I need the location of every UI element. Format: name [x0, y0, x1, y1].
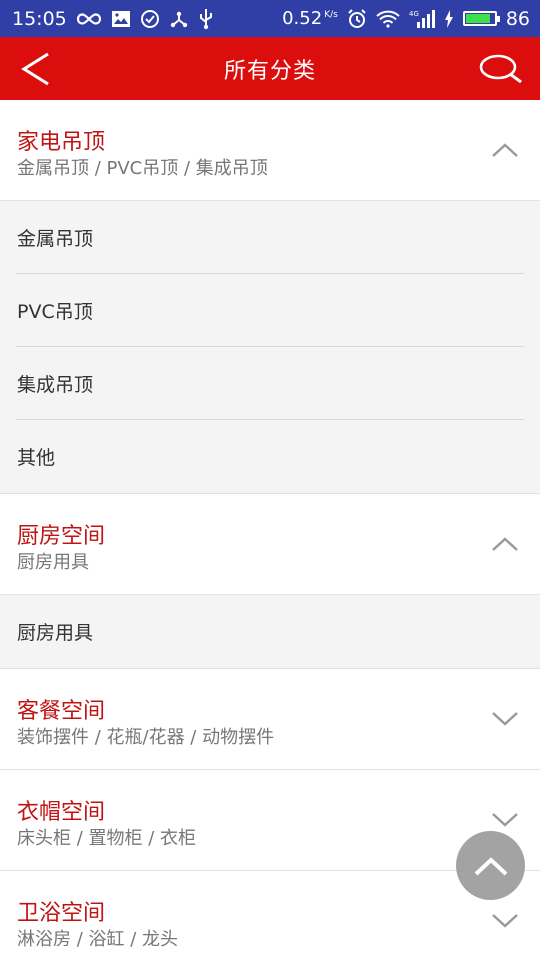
- category-header[interactable]: 家电吊顶 金属吊顶 / PVC吊顶 / 集成吊顶: [0, 100, 540, 201]
- usb-icon: [198, 8, 214, 30]
- subcategory-item[interactable]: 厨房用具: [16, 595, 524, 668]
- category-header[interactable]: 卫浴空间 淋浴房 / 浴缸 / 龙头: [0, 871, 540, 960]
- app-header: 所有分类: [0, 37, 540, 100]
- battery-percent: 86: [505, 7, 530, 30]
- subcategory-list: 金属吊顶 PVC吊顶 集成吊顶 其他: [0, 201, 540, 493]
- status-bar: 15:05 0.52 K/s 4G 86: [0, 0, 540, 37]
- speed-value: 0.52: [282, 8, 323, 29]
- subcategory-list: 厨房用具: [0, 595, 540, 668]
- chevron-down-icon: [492, 712, 518, 726]
- category-subtitle: 厨房用具: [17, 552, 89, 573]
- subcategory-panel: 金属吊顶 PVC吊顶 集成吊顶 其他: [0, 201, 540, 494]
- signal-icon: 4G: [409, 9, 435, 29]
- category-header[interactable]: 客餐空间 装饰摆件 / 花瓶/花器 / 动物摆件: [0, 669, 540, 770]
- status-bar-right: 0.52 K/s 4G 86: [282, 8, 530, 30]
- page-title: 所有分类: [223, 58, 316, 84]
- wifi-icon: [376, 10, 400, 28]
- back-button[interactable]: [20, 49, 60, 89]
- alarm-icon: [347, 8, 367, 29]
- category-list: 家电吊顶 金属吊顶 / PVC吊顶 / 集成吊顶 金属吊顶 PVC吊顶 集成吊顶…: [0, 100, 540, 960]
- category-header[interactable]: 厨房空间 厨房用具: [0, 494, 540, 595]
- network-speed: 0.52 K/s: [282, 8, 338, 29]
- search-button[interactable]: [476, 49, 526, 89]
- charging-icon: [444, 9, 454, 28]
- battery-level: [465, 14, 490, 23]
- battery-icon: [462, 11, 500, 26]
- infinity-icon: [76, 12, 102, 26]
- chevron-down-icon: [492, 813, 518, 827]
- speed-unit: K/s: [324, 10, 338, 20]
- subcategory-item[interactable]: 集成吊顶: [16, 347, 524, 420]
- subcategory-panel: 厨房用具: [0, 595, 540, 669]
- category-title: 厨房空间: [17, 524, 106, 549]
- share-icon: [169, 9, 189, 29]
- check-circle-icon: [140, 9, 160, 29]
- network-type-label: 4G: [409, 10, 419, 18]
- chevron-up-icon: [492, 143, 518, 157]
- subcategory-item[interactable]: 金属吊顶: [16, 201, 524, 274]
- image-icon: [111, 10, 131, 28]
- subcategory-item[interactable]: 其他: [16, 420, 524, 493]
- category-title: 衣帽空间: [17, 800, 106, 825]
- chevron-down-icon: [492, 914, 518, 928]
- category-subtitle: 装饰摆件 / 花瓶/花器 / 动物摆件: [17, 727, 275, 748]
- category-title: 家电吊顶: [17, 130, 106, 155]
- category-title: 卫浴空间: [17, 901, 106, 926]
- chevron-left-icon: [21, 52, 49, 86]
- status-bar-left: 15:05: [12, 8, 214, 30]
- search-icon: [479, 54, 522, 84]
- category-subtitle: 淋浴房 / 浴缸 / 龙头: [17, 929, 179, 950]
- category-subtitle: 金属吊顶 / PVC吊顶 / 集成吊顶: [17, 158, 268, 179]
- status-time: 15:05: [12, 7, 67, 30]
- subcategory-item[interactable]: PVC吊顶: [16, 274, 524, 347]
- scroll-to-top-button[interactable]: [456, 831, 525, 900]
- chevron-up-icon: [474, 856, 507, 875]
- chevron-up-icon: [492, 537, 518, 551]
- category-title: 客餐空间: [17, 699, 106, 724]
